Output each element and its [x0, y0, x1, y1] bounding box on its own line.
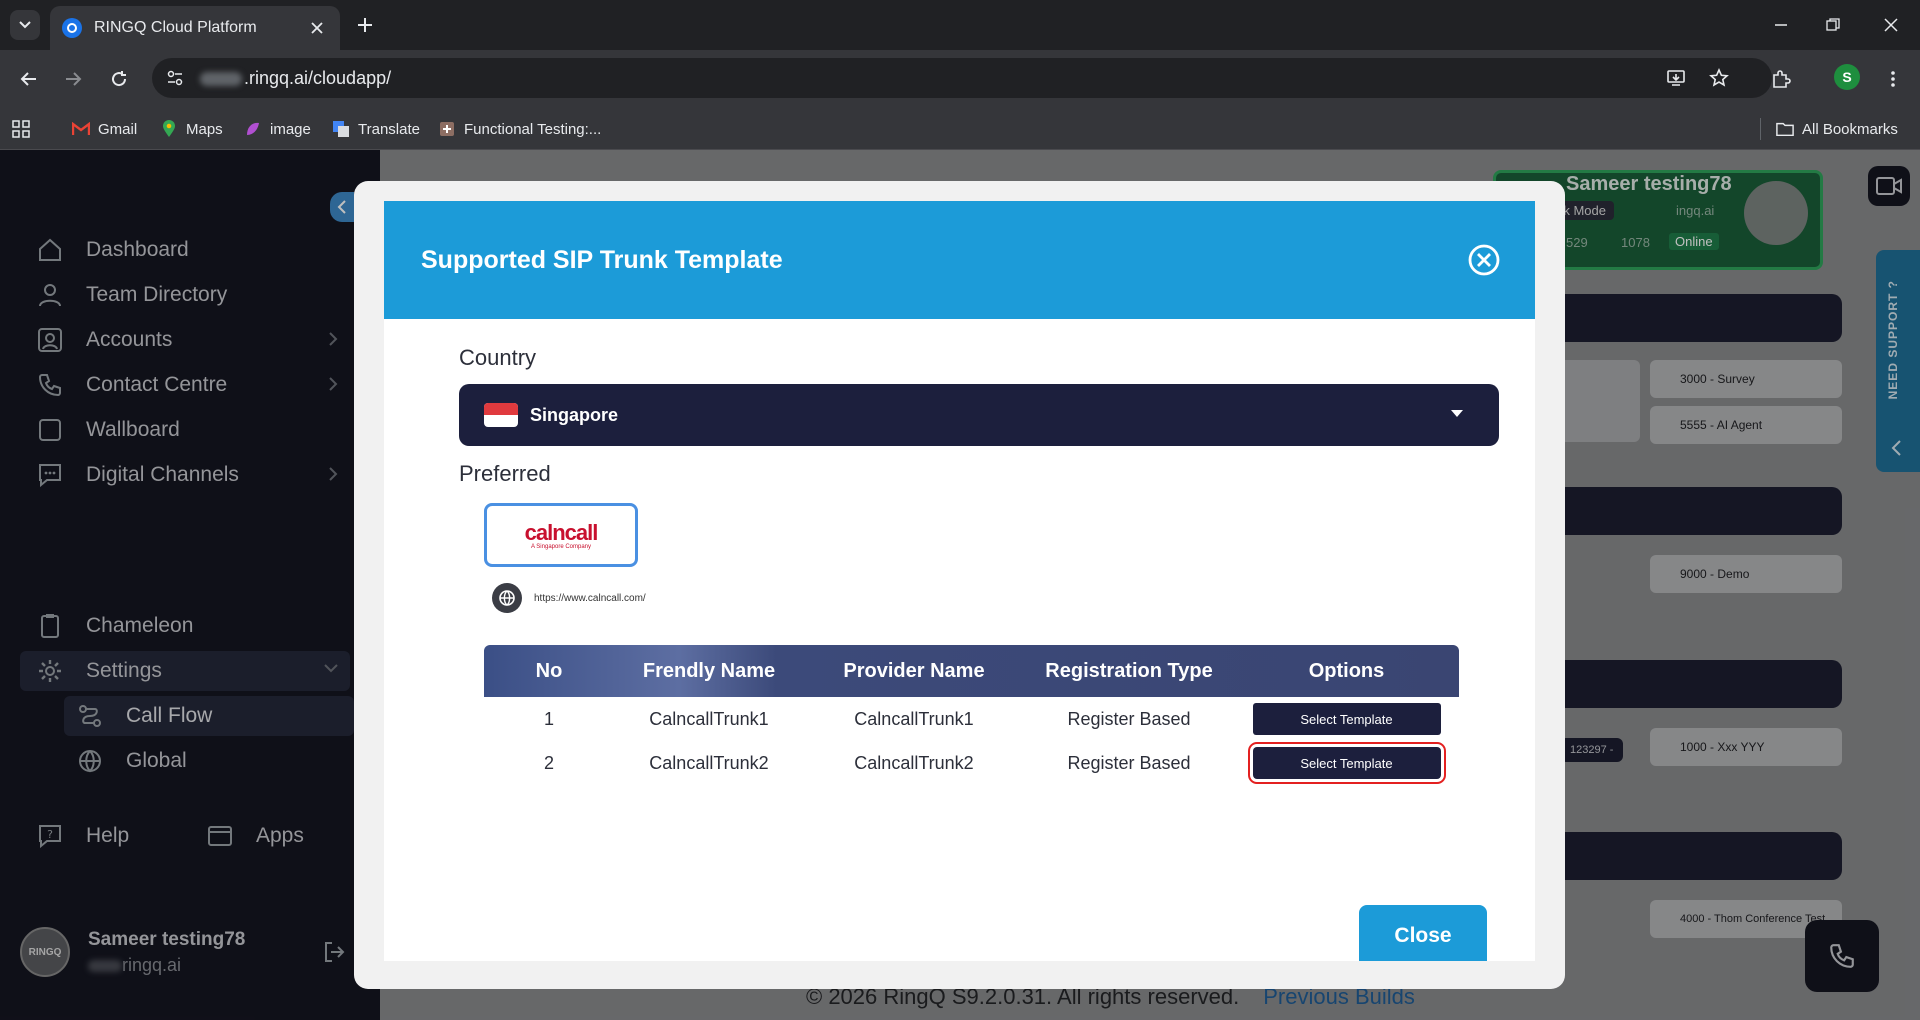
kebab-menu-icon — [1891, 71, 1895, 87]
install-app-icon[interactable] — [1662, 64, 1690, 92]
bookmark-star-icon[interactable] — [1705, 64, 1733, 92]
url-text: .ringq.ai/cloudapp/ — [200, 68, 391, 89]
table-header: No Frendly Name Provider Name Registrati… — [484, 645, 1459, 697]
forward-button[interactable] — [58, 64, 88, 94]
sip-trunk-template-dialog: Supported SIP Trunk Template Country Sin… — [354, 181, 1565, 989]
select-template-button[interactable]: Select Template — [1247, 742, 1446, 784]
column-header-no: No — [535, 659, 563, 682]
bookmark-favicon — [438, 120, 456, 138]
apps-grid-button[interactable] — [12, 116, 30, 142]
table-row: 1 CalncallTrunk1 CalncallTrunk1 Register… — [484, 697, 1459, 741]
restore-button[interactable] — [1818, 10, 1848, 40]
cell-friendly-name: CalncallTrunk2 — [649, 752, 769, 773]
provider-url: https://www.calncall.com/ — [534, 592, 646, 604]
bookmark-image[interactable]: image — [244, 116, 311, 142]
reload-icon — [112, 71, 127, 87]
omnibox[interactable]: .ringq.ai/cloudapp/ — [152, 58, 1772, 98]
dialog-header: Supported SIP Trunk Template — [384, 201, 1535, 319]
cell-no: 2 — [543, 752, 554, 773]
bookmark-maps[interactable]: Maps — [160, 116, 223, 142]
close-circle-icon[interactable] — [1467, 243, 1501, 277]
folder-icon — [1776, 120, 1794, 138]
provider-card-calncall[interactable]: calncall A Singapore Company — [484, 503, 638, 567]
cell-options: Select Template — [1234, 742, 1459, 784]
apps-grid-icon — [12, 120, 30, 138]
tab-title: RINGQ Cloud Platform — [94, 19, 257, 36]
profile-avatar[interactable]: S — [1834, 64, 1860, 90]
column-header-options: Options — [1308, 659, 1385, 682]
country-label: Country — [459, 345, 537, 370]
globe-icon — [492, 583, 522, 613]
provider-website[interactable]: https://www.calncall.com/ — [492, 583, 646, 613]
close-button[interactable]: Close — [1359, 905, 1487, 961]
bookmark-functional-testing[interactable]: Functional Testing:... — [438, 116, 601, 142]
ringq-favicon — [62, 18, 82, 38]
column-header-friendly-name: Frendly Name — [642, 659, 776, 682]
new-tab-button[interactable] — [352, 12, 378, 38]
back-button[interactable] — [14, 64, 44, 94]
plus-icon — [358, 18, 372, 32]
browser-tab[interactable]: RINGQ Cloud Platform — [50, 6, 340, 50]
column-header-registration-type: Registration Type — [1045, 659, 1213, 682]
calncall-logo: calncall — [524, 520, 599, 545]
bookmark-label: Translate — [358, 120, 420, 138]
country-select[interactable]: Singapore — [459, 384, 1499, 446]
bookmark-gmail[interactable]: Gmail — [72, 116, 137, 142]
tab-close-icon[interactable] — [306, 17, 328, 39]
browser-tab-bar: RINGQ Cloud Platform — [0, 0, 1920, 50]
puzzle-icon — [1773, 70, 1791, 88]
singapore-flag-icon — [484, 403, 518, 427]
cell-provider-name: CalncallTrunk1 — [854, 708, 974, 729]
url-domain: .ringq.ai/cloudapp/ — [244, 67, 392, 88]
arrow-left-icon — [20, 72, 36, 86]
bookmark-label: Maps — [186, 120, 223, 138]
minimize-button[interactable] — [1766, 10, 1796, 40]
select-template-button[interactable]: Select Template — [1252, 703, 1441, 735]
cell-registration-type: Register Based — [1067, 708, 1191, 729]
bookmarks-divider — [1760, 118, 1761, 140]
bookmarks-bar: Gmail Maps image Translate Functional Te… — [0, 108, 1920, 150]
cell-no: 1 — [543, 708, 554, 729]
dropdown-arrow-icon — [1451, 410, 1463, 417]
browser-menu-button[interactable] — [1878, 64, 1908, 94]
calncall-tagline: A Singapore Company — [530, 544, 592, 550]
cell-provider-name: CalncallTrunk2 — [854, 752, 974, 773]
column-header-provider-name: Provider Name — [843, 659, 985, 682]
dialog-title: Supported SIP Trunk Template — [421, 245, 783, 274]
cell-friendly-name: CalncallTrunk1 — [649, 708, 769, 729]
chevron-down-icon — [19, 21, 31, 29]
preferred-label: Preferred — [459, 461, 551, 486]
all-bookmarks-label: All Bookmarks — [1802, 120, 1898, 138]
all-bookmarks-button[interactable]: All Bookmarks — [1776, 116, 1898, 142]
table-row: 2 CalncallTrunk2 CalncallTrunk2 Register… — [484, 741, 1459, 785]
cell-registration-type: Register Based — [1067, 752, 1191, 773]
reload-button[interactable] — [104, 64, 134, 94]
maps-icon — [160, 120, 178, 138]
bookmark-translate[interactable]: Translate — [332, 116, 420, 142]
site-settings-icon[interactable] — [166, 69, 184, 87]
country-value: Singapore — [530, 404, 619, 425]
address-bar-row: .ringq.ai/cloudapp/ S — [0, 50, 1920, 108]
trunk-template-table: No Frendly Name Provider Name Registrati… — [484, 645, 1459, 785]
arrow-right-icon — [66, 72, 82, 86]
translate-icon — [332, 120, 350, 138]
extensions-button[interactable] — [1766, 64, 1796, 94]
gmail-icon — [72, 120, 90, 138]
dialog-body: Supported SIP Trunk Template Country Sin… — [384, 201, 1535, 961]
cell-options: Select Template — [1234, 703, 1459, 735]
bookmark-label: Gmail — [98, 120, 138, 138]
image-icon — [244, 120, 262, 138]
tab-search-button[interactable] — [10, 10, 40, 40]
window-close-button[interactable] — [1876, 10, 1906, 40]
bookmark-label: Functional Testing:... — [464, 120, 602, 138]
bookmark-label: image — [270, 120, 311, 138]
